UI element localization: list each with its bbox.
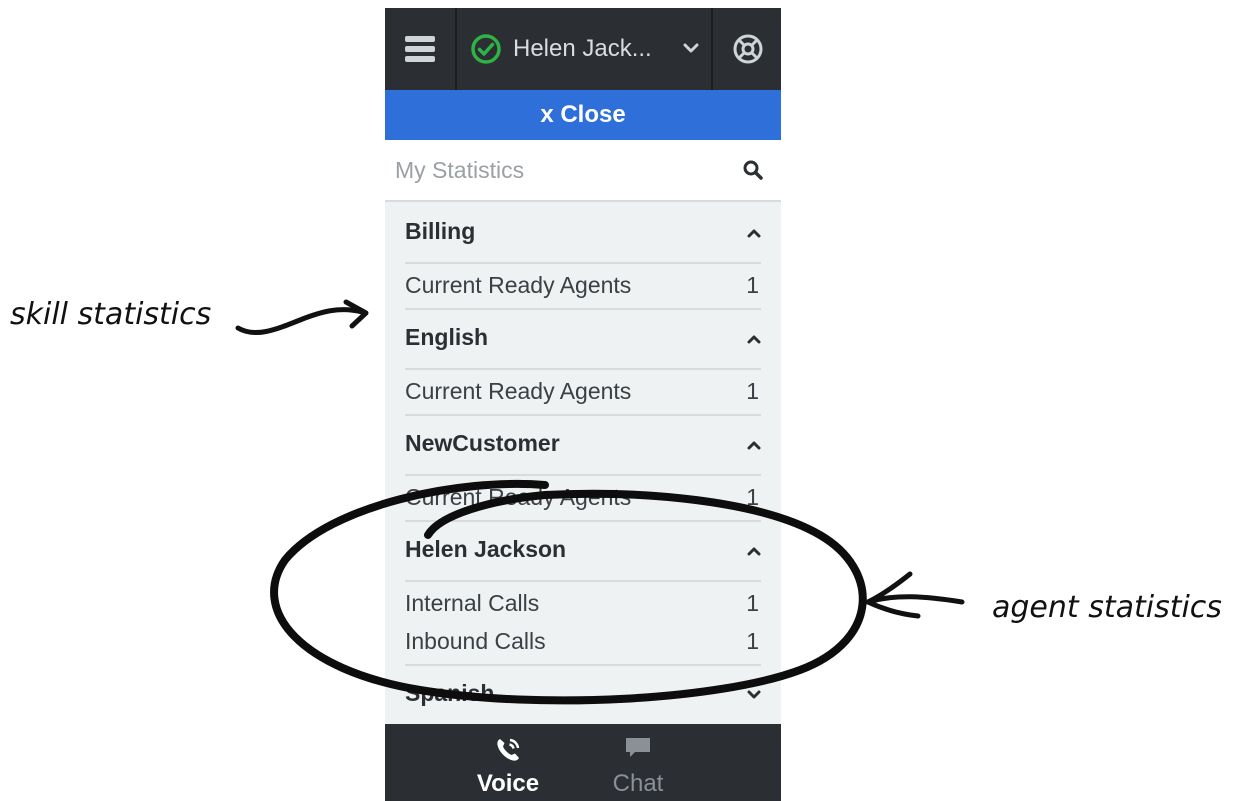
chevron-up-icon (747, 547, 761, 556)
stat-label: Current Ready Agents (405, 378, 632, 404)
stat-label: Inbound Calls (405, 628, 546, 654)
stat-row: Internal Calls 1 (405, 584, 761, 622)
stat-row: Current Ready Agents 1 (405, 372, 761, 410)
stat-value: 1 (746, 272, 759, 298)
agent-statistics-annotation: agent statistics (992, 590, 1222, 625)
chevron-up-icon (747, 335, 761, 344)
section-header[interactable]: NewCustomer (405, 416, 761, 476)
agent-name: Helen Jack... (513, 35, 652, 62)
chat-bubble-icon (626, 738, 650, 757)
stat-value: 1 (746, 378, 759, 404)
search-icon[interactable] (743, 160, 763, 180)
tab-chat-label: Chat (612, 770, 664, 797)
chevron-up-icon (747, 229, 761, 238)
skill-statistics-annotation: skill statistics (10, 297, 212, 332)
section-title: Helen Jackson (405, 536, 567, 562)
section-title: NewCustomer (405, 430, 560, 456)
stat-value: 1 (746, 484, 759, 510)
menu-button[interactable] (385, 8, 457, 90)
ready-status-icon (471, 34, 501, 64)
section-title: Billing (405, 218, 476, 244)
statistics-widget: Helen Jack... x Close Billing Current Rea… (385, 8, 781, 801)
bottom-tab-bar: Voice Chat (385, 724, 781, 801)
section-body: Current Ready Agents 1 (405, 476, 761, 522)
lifebuoy-icon (733, 34, 763, 64)
statistics-list: Billing Current Ready Agents 1 English Curre… (405, 204, 761, 726)
skill-arrowhead (343, 299, 369, 329)
tab-voice[interactable]: Voice (443, 724, 573, 801)
section-header[interactable]: Billing (405, 204, 761, 264)
section-header[interactable]: Helen Jackson (405, 522, 761, 582)
section-header[interactable]: English (405, 310, 761, 370)
close-button[interactable]: x Close (385, 90, 781, 140)
section-body: Current Ready Agents 1 (405, 264, 761, 310)
stat-row: Current Ready Agents 1 (405, 266, 761, 304)
section-body: Current Ready Agents 1 (405, 370, 761, 416)
help-button[interactable] (711, 8, 781, 90)
stat-value: 1 (746, 590, 759, 616)
hamburger-menu-icon (405, 36, 435, 62)
stat-row: Inbound Calls 1 (405, 622, 761, 660)
search-bar (385, 140, 781, 202)
agent-arrowhead (865, 571, 921, 619)
search-input[interactable] (395, 150, 725, 190)
section-header[interactable]: Spanish (405, 666, 761, 726)
stat-label: Current Ready Agents (405, 272, 632, 298)
tab-chat[interactable]: Chat (573, 724, 703, 801)
skill-arrow (235, 307, 365, 336)
tab-voice-label: Voice (476, 770, 540, 797)
phone-icon (497, 738, 520, 761)
stat-label: Internal Calls (405, 590, 540, 616)
stat-label: Current Ready Agents (405, 484, 632, 510)
chevron-down-icon (747, 690, 761, 699)
chevron-down-icon (683, 43, 699, 53)
chevron-up-icon (747, 441, 761, 450)
agent-arrow (865, 594, 965, 605)
stat-row: Current Ready Agents 1 (405, 478, 761, 516)
agent-status-dropdown[interactable]: Helen Jack... (457, 8, 711, 90)
section-title: English (405, 324, 489, 350)
section-body: Internal Calls 1 Inbound Calls 1 (405, 582, 761, 666)
stat-value: 1 (746, 628, 759, 654)
top-bar: Helen Jack... (385, 8, 781, 90)
section-title: Spanish (405, 680, 495, 706)
